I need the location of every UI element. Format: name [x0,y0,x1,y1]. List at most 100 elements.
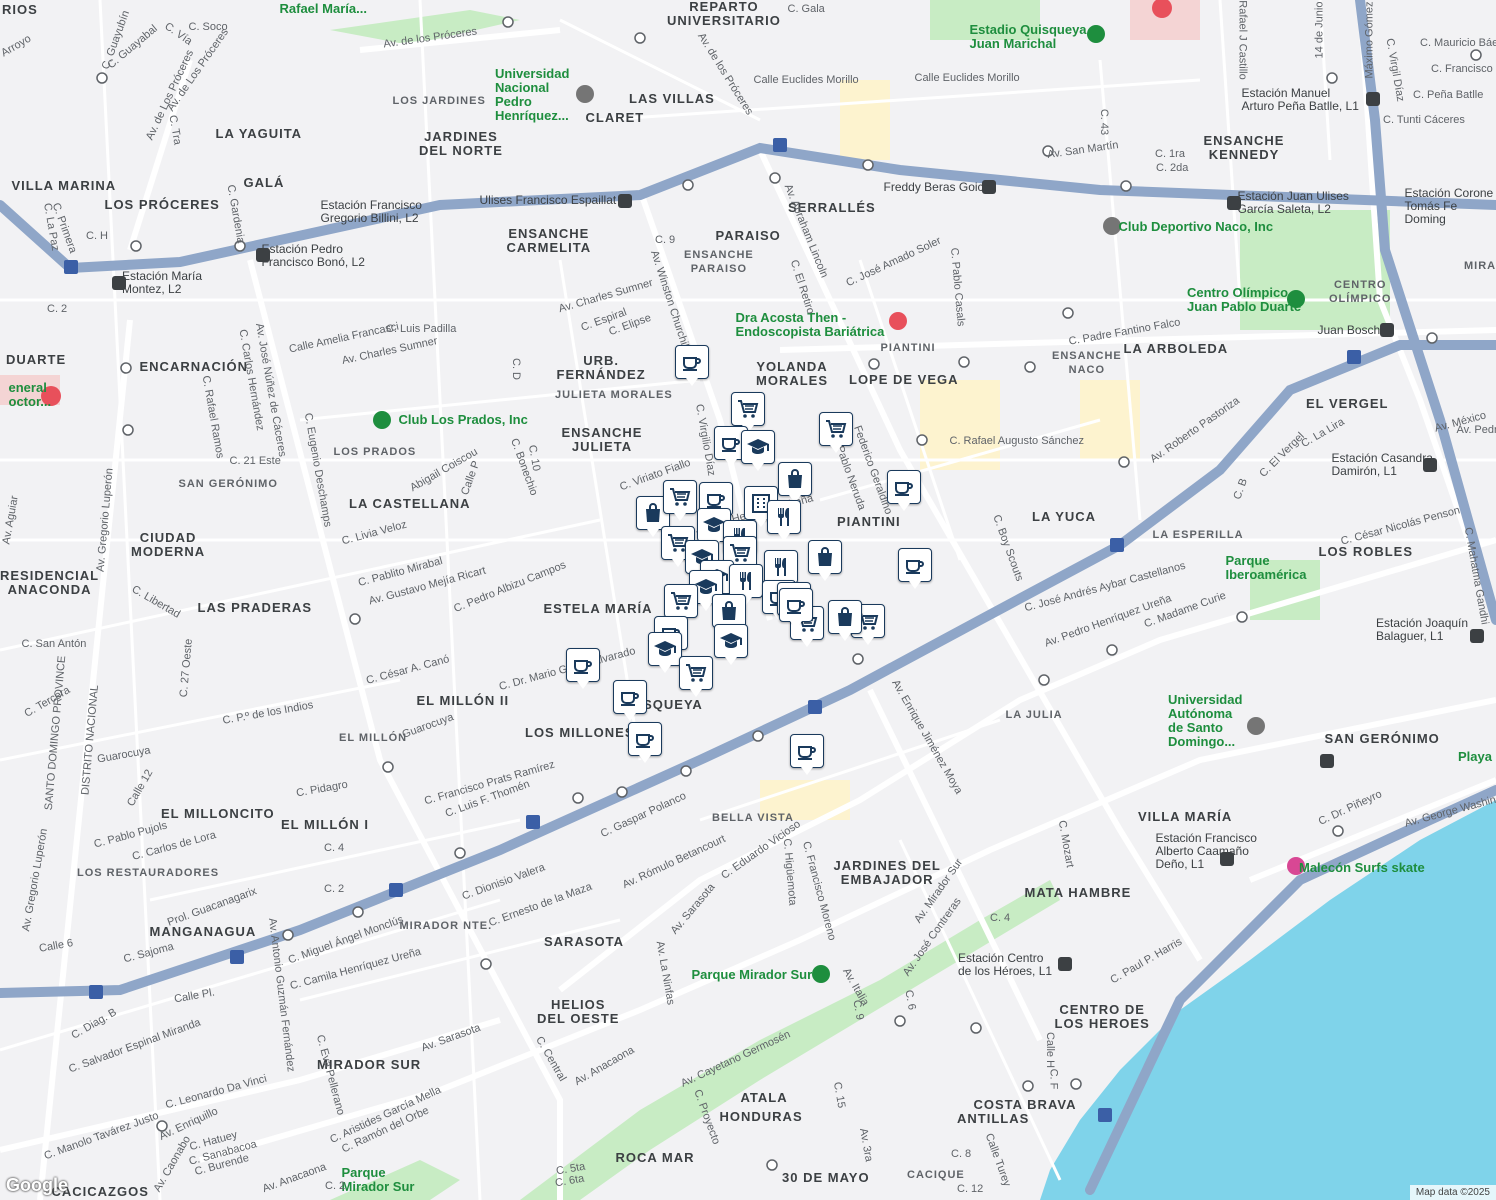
street-label: C. Camila Henríquez Ureña [288,945,422,993]
street-label: Av. Anacaona [571,1044,636,1088]
poi-label[interactable]: eneral octor... [9,381,52,409]
coffee-icon [798,746,816,760]
poi-label[interactable]: Club Los Prados, Inc [399,413,528,427]
station-label[interactable]: Estación Centro de los Héroes, L1 [958,952,1052,978]
station-label[interactable]: Estación Pedro Francisco Bonó, L2 [262,243,365,269]
street-label: Calle 6 [38,937,75,955]
station-label[interactable]: Estación Francisco Gregorio Billini, L2 [321,199,422,225]
poi-label[interactable]: Centro Olímpico Juan Pablo Duarte [1187,286,1301,314]
poi-label[interactable]: Universidad Autónoma de Santo Domingo... [1168,693,1242,749]
street-label: C. Boy Scouts [990,513,1026,583]
bag-marker[interactable] [808,540,842,581]
coffee-marker[interactable] [898,548,932,589]
graduation-icon [654,641,676,656]
cart-icon [670,488,691,506]
cart-marker[interactable] [664,584,698,625]
hood-label: YOLANDA MORALES [756,359,828,388]
street-label: C. Rafael Ramos [199,374,227,460]
street-label: Av. México [1432,409,1487,435]
poi-label[interactable]: Universidad Nacional Pedro Henríquez... [495,67,569,123]
street-label: Av. Winston Churchill [648,248,692,352]
coffee-marker[interactable] [613,680,647,721]
small-label: CENTRO OLÍMPICO [1329,279,1392,305]
street-label: Av. José Contreras [900,895,964,979]
map-attribution[interactable]: Map data ©2025 [1409,1185,1496,1200]
street-label: Av. Rómulo Betancourt [620,832,728,892]
station-label[interactable]: Estación Francisco Alberto Caamaño Deño,… [1156,831,1257,871]
coffee-marker[interactable] [887,470,921,511]
station-label[interactable]: Freddy Beras Goico [884,180,991,194]
bag-marker[interactable] [778,462,812,503]
street-label: Av. George Washington [1402,788,1496,830]
hood-label: RIOS [2,2,38,17]
hood-label: SARASOTA [544,934,624,949]
poi-label[interactable]: Dra Acosta Then - Endoscopista Bariátric… [736,311,885,339]
street-label: C. Sanabacoa [187,1138,259,1168]
graduation-marker[interactable] [714,624,748,665]
station-label[interactable]: Estación Manuel Arturo Peña Batlle, L1 [1242,87,1359,113]
cart-icon [686,664,707,682]
hood-label: LOPE DE VEGA [849,372,959,387]
street-label: Av. San Martín [1046,139,1120,161]
coffee-icon [895,482,913,496]
station-label[interactable]: Estación Joaquín Balaguer, L1 [1376,617,1468,643]
station-label[interactable]: Estación Casandra Damirón, L1 [1332,452,1433,478]
bag-marker[interactable] [828,600,862,641]
coffee-marker[interactable] [675,345,709,386]
graduation-marker[interactable] [648,632,682,673]
coffee-marker[interactable] [790,734,824,775]
hood-label: LOS ROBLES [1318,544,1414,559]
coffee-marker[interactable] [628,722,662,763]
restaurant-marker[interactable] [764,550,798,591]
street-label: C. Elipse [607,311,653,339]
poi-label[interactable]: Club Deportivo Naco, Inc [1119,220,1274,234]
street-label: C. Pedro Albizu Campos [452,558,568,616]
street-label: C. Francisco [1431,63,1493,75]
coffee-icon [787,600,805,614]
station-label[interactable]: Estación Juan Ulises García Saleta, L2 [1238,190,1349,216]
street-label: C. B [1230,476,1250,502]
street-label: C. Guayabal [104,22,160,72]
hood-label: COSTA BRAVA [973,1097,1077,1112]
graduation-marker[interactable] [741,430,775,471]
hood-label: ROCA MAR [615,1150,695,1165]
bag-marker[interactable] [712,594,746,635]
street-label: Calle Euclides Morillo [914,72,1020,84]
cart-marker[interactable] [731,392,765,433]
restaurant-marker[interactable] [729,564,763,605]
street-label: C. Guayubín [99,8,133,72]
station-label[interactable]: Estación Corone Tomás Fe Doming [1405,186,1494,226]
street-label: C. Espiral [579,306,629,334]
coffee-marker[interactable] [566,648,600,689]
station-label[interactable]: Ulises Francisco Espaillat [480,193,617,207]
station-label[interactable]: Juan Bosch [1318,323,1381,337]
poi-label[interactable]: Parque Mirador Sur [692,968,813,982]
street-label: C. D [510,358,522,380]
google-logo: Google [6,1175,68,1195]
hood-label: DUARTE [6,352,67,367]
poi-label[interactable]: Malecón Surfs skate [1299,861,1425,875]
poi-label[interactable]: Estadio Quisqueya Juan Marichal [970,23,1087,51]
poi-label[interactable]: Rafael María... [280,2,367,16]
street-label: Pablo Neruda [832,444,868,512]
street-label: Calle H [1044,1031,1057,1069]
poi-label[interactable]: Playa [1458,750,1492,764]
hood-label: CENTRO DE LOS HEROES [1054,1002,1150,1031]
cart-marker[interactable] [663,480,697,521]
street-label: Calle P [458,459,482,497]
small-label: LOS RESTAURADORES [77,867,220,879]
small-label: JULIETA MORALES [555,389,673,401]
street-label: C. Tunti Cáceres [1383,114,1465,126]
street-label: Guarocuya [400,711,456,741]
station-label[interactable]: Estación María Montez, L2 [122,270,202,296]
street-label: C. Luis F. Thomén [443,778,531,820]
poi-label[interactable]: Parque Iberoamérica [1226,554,1307,582]
cart-marker[interactable] [679,656,713,697]
hood-label: HONDURAS [719,1109,803,1124]
coffee-marker[interactable] [779,588,813,629]
restaurant-marker[interactable] [767,500,801,541]
street-label: C. Virgil Díaz [1383,37,1407,103]
small-label: LA ESPERILLA [1152,529,1244,541]
cart-marker[interactable] [819,412,853,453]
poi-label[interactable]: Parque Mirador Sur [342,1166,415,1194]
